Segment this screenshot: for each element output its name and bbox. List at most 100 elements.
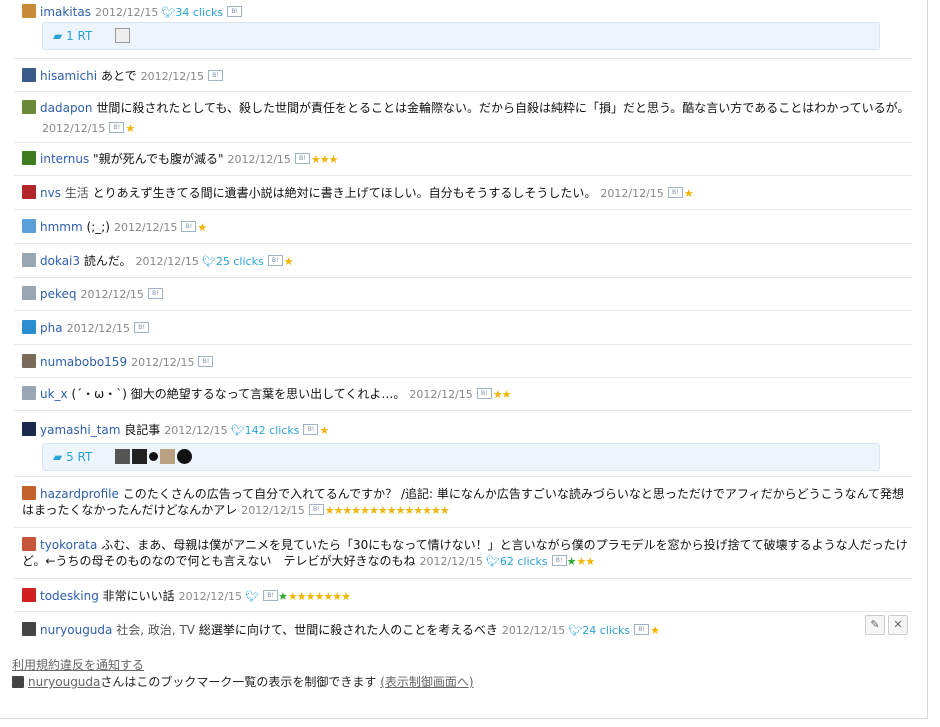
avatar[interactable]	[22, 320, 36, 334]
username-link[interactable]: yamashi_tam	[40, 423, 120, 437]
star-rating[interactable]: ★	[650, 624, 660, 637]
star-rating[interactable]: ★★★	[311, 153, 339, 166]
tags[interactable]: 社会, 政治, TV	[116, 623, 195, 637]
avatar[interactable]	[115, 28, 130, 43]
avatar[interactable]	[22, 486, 36, 500]
bookmark-entry: todesking 非常にいい話 2012/12/15 🐦︎ B! ★★★★★★★★	[14, 579, 912, 612]
bookmark-entry: nvs 生活 とりあえず生きてる間に遺書小説は絶対に書き上げてほしい。自分もそう…	[14, 176, 912, 210]
close-icon[interactable]: ✕	[888, 615, 908, 635]
avatar[interactable]	[160, 449, 175, 464]
bookmark-count-icon[interactable]: B!	[181, 221, 197, 232]
click-count[interactable]: 142 clicks	[245, 424, 300, 437]
date: 2012/12/15	[66, 322, 130, 335]
username-link[interactable]: internus	[40, 152, 89, 166]
comment: 非常にいい話	[102, 589, 175, 603]
bookmark-count-icon[interactable]: B!	[207, 70, 223, 81]
avatar[interactable]	[149, 452, 158, 461]
username-link[interactable]: hisamichi	[40, 69, 97, 83]
click-count[interactable]: 25 clicks	[216, 255, 264, 268]
control-link[interactable]: (表示制御画面へ)	[380, 675, 473, 689]
star-rating[interactable]: ★	[284, 255, 294, 268]
retweet-label: 1 RT	[66, 29, 93, 43]
comment: (;_;)	[86, 220, 110, 234]
username-link[interactable]: dadapon	[40, 101, 93, 115]
star-rating[interactable]: ★★★★★★★★★★★★★★	[325, 504, 450, 517]
avatar[interactable]	[22, 422, 36, 436]
avatar[interactable]	[22, 185, 36, 199]
frame-bottom-border	[0, 718, 927, 719]
avatar[interactable]	[22, 386, 36, 400]
avatar[interactable]	[22, 253, 36, 267]
retweet-avatars	[115, 28, 132, 43]
avatar[interactable]	[22, 4, 36, 18]
bookmark-entry: pekeq 2012/12/15 B!	[14, 278, 912, 311]
avatar[interactable]	[12, 676, 24, 688]
avatar[interactable]	[22, 354, 36, 368]
comment: (´・ω・`) 御大の絶望するなって言葉を思い出してくれよ…。	[71, 387, 406, 401]
star-rating[interactable]: ★★	[493, 388, 512, 401]
avatar[interactable]	[115, 449, 130, 464]
star-rating[interactable]: ★	[319, 424, 329, 437]
username-link[interactable]: imakitas	[40, 5, 91, 19]
bookmark-count-icon[interactable]: B!	[227, 6, 243, 17]
username-link[interactable]: todesking	[40, 589, 99, 603]
username-link[interactable]: numabobo159	[40, 355, 127, 369]
retweet-count[interactable]: ▰ 5 RT	[53, 450, 92, 464]
report-link[interactable]: 利用規約違反を通知する	[12, 658, 144, 672]
bookmark-count-icon[interactable]: B!	[267, 255, 283, 266]
retweet-box: ▰ 5 RT	[42, 443, 880, 471]
bookmark-count-icon[interactable]: B!	[308, 504, 324, 515]
retweet-count[interactable]: ▰ 1 RT	[53, 29, 92, 43]
date: 2012/12/15	[140, 70, 204, 83]
username-link[interactable]: hmmm	[40, 220, 83, 234]
click-count[interactable]: 24 clicks	[582, 624, 630, 637]
green-star-rating[interactable]: ★	[278, 590, 288, 603]
retweet-box: ▰ 1 RT	[42, 22, 880, 50]
avatar[interactable]	[177, 449, 192, 464]
username-link[interactable]: nvs	[40, 186, 61, 200]
bookmark-count-icon[interactable]: B!	[551, 555, 567, 566]
bookmark-count-icon[interactable]: B!	[147, 288, 163, 299]
bookmark-count-icon[interactable]: B!	[263, 590, 279, 601]
star-rating[interactable]: ★	[125, 122, 135, 135]
footer: 利用規約違反を通知する nuryougudaさんはこのブックマーク一覧の表示を制…	[12, 657, 474, 691]
avatar[interactable]	[22, 622, 36, 636]
avatar[interactable]	[22, 100, 36, 114]
star-rating[interactable]: ★★★★★★★	[288, 590, 351, 603]
avatar[interactable]	[22, 68, 36, 82]
click-count[interactable]: 34 clicks	[175, 6, 223, 19]
avatar[interactable]	[22, 286, 36, 300]
username-link[interactable]: tyokorata	[40, 538, 97, 552]
username-link[interactable]: pekeq	[40, 287, 77, 301]
bookmark-count-icon[interactable]: B!	[109, 122, 125, 133]
username-link[interactable]: uk_x	[40, 387, 68, 401]
click-count[interactable]: 62 clicks	[500, 555, 548, 568]
bookmark-count-icon[interactable]: B!	[634, 624, 650, 635]
pencil-icon[interactable]: ✎	[865, 615, 885, 635]
bookmark-count-icon[interactable]: B!	[294, 153, 310, 164]
avatar[interactable]	[22, 537, 36, 551]
avatar[interactable]	[132, 449, 147, 464]
username-link[interactable]: pha	[40, 321, 63, 335]
star-rating[interactable]: ★	[684, 187, 694, 200]
bookmark-entry: yamashi_tam 良記事 2012/12/15 🐦︎142 clicks B! ★…	[14, 411, 912, 477]
bookmark-list: imakitas 2012/12/15 🐦︎34 clicks B! ▰ 1 RT h…	[14, 0, 912, 649]
tags[interactable]: 生活	[65, 186, 89, 200]
speech-bubble-icon: ▰	[53, 450, 63, 464]
bookmark-count-icon[interactable]: B!	[133, 322, 149, 333]
avatar[interactable]	[22, 151, 36, 165]
bookmark-count-icon[interactable]: B!	[198, 356, 214, 367]
bookmark-count-icon[interactable]: B!	[667, 187, 683, 198]
star-rating[interactable]: ★	[197, 221, 207, 234]
bookmark-count-icon[interactable]: B!	[476, 388, 492, 399]
green-star-rating[interactable]: ★	[567, 555, 577, 568]
username-link[interactable]: dokai3	[40, 254, 80, 268]
avatar[interactable]	[22, 219, 36, 233]
comment: 読んだ。	[83, 254, 132, 268]
bookmark-count-icon[interactable]: B!	[303, 424, 319, 435]
owner-link[interactable]: nuryouguda	[28, 675, 100, 689]
username-link[interactable]: nuryouguda	[40, 623, 112, 637]
username-link[interactable]: hazardprofile	[40, 487, 119, 501]
avatar[interactable]	[22, 588, 36, 602]
star-rating[interactable]: ★★	[577, 555, 596, 568]
